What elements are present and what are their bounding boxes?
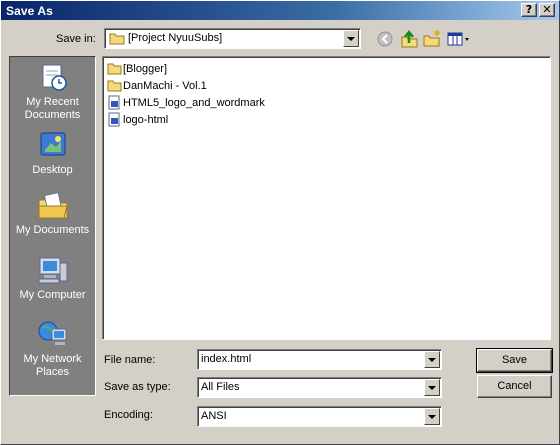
chevron-down-icon xyxy=(347,37,355,41)
up-one-level-icon[interactable] xyxy=(399,29,421,49)
save-as-type-label: Save as type: xyxy=(104,381,171,393)
save-as-type-select[interactable]: All Files xyxy=(197,377,442,398)
place-label: My Recent Documents xyxy=(24,96,81,121)
my-computer-icon xyxy=(38,257,67,284)
save-as-type-dropdown-button[interactable] xyxy=(424,379,440,396)
image-file-icon xyxy=(108,112,120,127)
file-name: logo-html xyxy=(123,114,169,126)
recent-documents-icon xyxy=(42,64,67,91)
file-name-value: index.html xyxy=(201,353,252,365)
file-name: DanMachi - Vol.1 xyxy=(123,80,207,92)
place-desktop[interactable]: Desktop xyxy=(10,130,95,177)
back-icon[interactable] xyxy=(376,29,398,49)
network-places-icon xyxy=(38,321,66,345)
places-bar: My Recent Documents Desktop My Documents xyxy=(9,56,96,396)
save-in-combobox[interactable]: [Project NyuuSubs] xyxy=(104,28,361,49)
place-my-computer[interactable]: My Computer xyxy=(10,255,95,302)
image-file-icon xyxy=(108,95,120,110)
encoding-value: ANSI xyxy=(201,410,227,422)
file-name: [Blogger] xyxy=(123,63,168,75)
chevron-down-icon xyxy=(428,358,436,362)
file-list[interactable]: [Blogger] DanMachi - Vol.1 HTML5_logo_an… xyxy=(102,56,551,340)
place-label: My Network Places xyxy=(23,353,82,378)
title-bar[interactable]: Save As ? ✕ xyxy=(1,1,559,20)
file-name-dropdown-button[interactable] xyxy=(424,351,440,368)
file-name-label: File name: xyxy=(104,354,156,366)
place-my-documents[interactable]: My Documents xyxy=(10,190,95,237)
window-title: Save As xyxy=(6,4,53,18)
encoding-dropdown-button[interactable] xyxy=(424,408,440,425)
folder-icon xyxy=(107,80,122,92)
new-folder-icon[interactable] xyxy=(422,29,444,49)
encoding-label: Encoding: xyxy=(104,409,153,421)
close-button[interactable]: ✕ xyxy=(539,3,555,17)
view-menu-icon[interactable] xyxy=(447,29,473,49)
desktop-icon xyxy=(40,132,65,156)
cancel-button[interactable]: Cancel xyxy=(477,375,552,398)
my-documents-icon xyxy=(38,192,68,219)
place-my-recent-documents[interactable]: My Recent Documents xyxy=(10,62,95,122)
save-as-type-value: All Files xyxy=(201,381,240,393)
save-in-value: [Project NyuuSubs] xyxy=(128,32,223,44)
folder-icon xyxy=(109,33,125,45)
place-label: My Documents xyxy=(15,224,90,236)
folder-icon xyxy=(107,63,122,75)
place-my-network-places[interactable]: My Network Places xyxy=(10,319,95,379)
encoding-select[interactable]: ANSI xyxy=(197,406,442,427)
save-in-dropdown-button[interactable] xyxy=(343,30,359,47)
place-label: Desktop xyxy=(32,164,73,176)
save-button[interactable]: Save xyxy=(476,348,553,373)
place-label: My Computer xyxy=(19,289,86,301)
file-name: HTML5_logo_and_wordmark xyxy=(123,97,265,109)
file-name-input[interactable]: index.html xyxy=(197,349,442,370)
save-as-dialog: Save As ? ✕ Save in: [Project NyuuSubs] xyxy=(0,0,560,445)
save-in-label: Save in: xyxy=(56,33,96,45)
help-button[interactable]: ? xyxy=(521,3,537,17)
chevron-down-icon xyxy=(428,415,436,419)
chevron-down-icon xyxy=(428,386,436,390)
